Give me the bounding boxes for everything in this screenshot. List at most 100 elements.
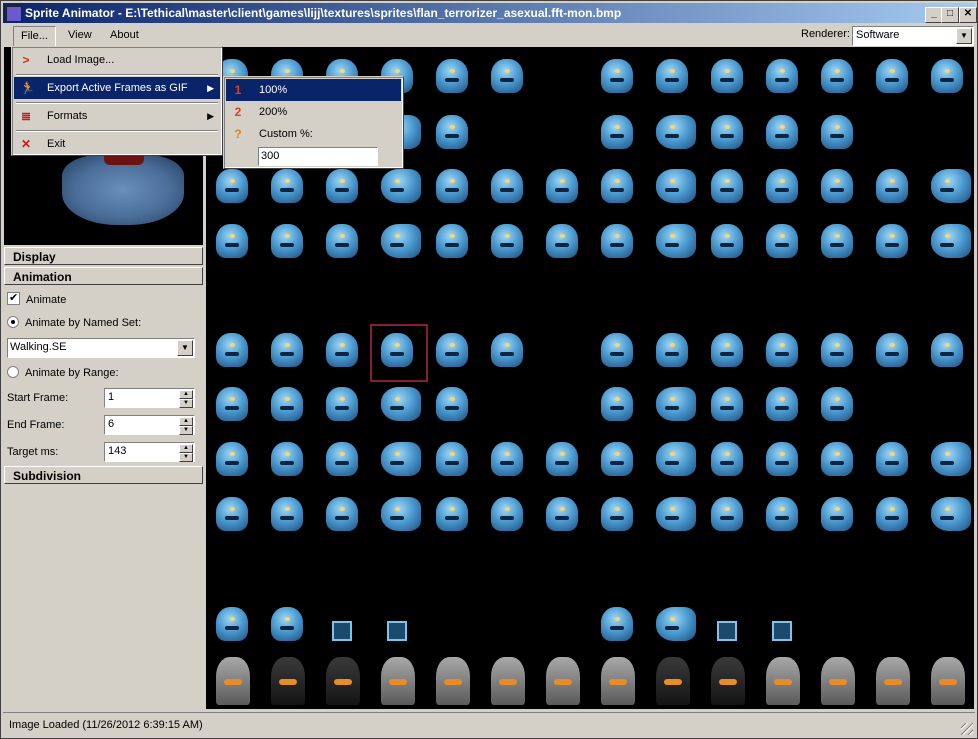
title-bar[interactable]: Sprite Animator - E:\Tethical\master\cli…	[3, 3, 977, 23]
export-submenu: 1 100% 2 200% ? Custom %: 300	[223, 76, 404, 169]
monster-sprite	[766, 387, 798, 421]
settings-panel: Display Animation	[4, 247, 203, 285]
menu-view[interactable]: View	[61, 26, 99, 45]
named-set-radio[interactable]	[7, 316, 19, 328]
monster-sprite	[436, 169, 468, 203]
named-set-select[interactable]: Walking.SE ▼	[7, 338, 195, 358]
animate-checkbox[interactable]: ✔	[7, 292, 20, 305]
question-icon: ?	[234, 127, 242, 141]
menu-item-formats[interactable]: ≣ Formats ▶	[14, 105, 220, 127]
menu-item-100-percent[interactable]: 1 100%	[226, 79, 401, 101]
tile-sprite	[931, 657, 965, 705]
load-icon: >	[22, 53, 30, 67]
monster-sprite	[931, 59, 963, 93]
status-text: Image Loaded (11/26/2012 6:39:15 AM)	[9, 719, 203, 731]
menu-about[interactable]: About	[103, 26, 146, 45]
monster-sprite	[766, 59, 798, 93]
end-frame-field[interactable]: 6 ▲ ▼	[104, 415, 195, 435]
status-bar: Image Loaded (11/26/2012 6:39:15 AM)	[3, 712, 975, 737]
animate-checkbox-row[interactable]: ✔ Animate	[7, 292, 66, 306]
monster-sprite	[381, 169, 421, 203]
menu-item-exit[interactable]: ✕ Exit	[14, 133, 220, 155]
monster-sprite	[711, 115, 743, 149]
menu-item-export-gif[interactable]: 🏃 Export Active Frames as GIF ▶	[14, 77, 220, 99]
monster-sprite	[491, 169, 523, 203]
monster-sprite	[381, 224, 421, 258]
maximize-button[interactable]: □	[941, 7, 959, 23]
monster-sprite	[436, 59, 468, 93]
spinner-arrows-icon[interactable]: ▲ ▼	[179, 417, 193, 435]
monster-sprite	[711, 387, 743, 421]
monster-sprite	[711, 442, 743, 476]
monster-sprite	[656, 607, 696, 641]
monster-sprite	[216, 169, 248, 203]
monster-sprite	[601, 497, 633, 531]
monster-sprite	[601, 115, 633, 149]
monster-sprite	[711, 497, 743, 531]
tile-sprite	[876, 657, 910, 705]
start-frame-field[interactable]: 1 ▲ ▼	[104, 388, 195, 408]
monster-sprite	[271, 169, 303, 203]
close-button[interactable]: ✕	[959, 7, 977, 23]
resize-grip-icon[interactable]	[961, 723, 973, 735]
app-icon	[6, 6, 22, 22]
monster-sprite	[491, 333, 523, 367]
monster-sprite	[216, 497, 248, 531]
monster-sprite	[766, 333, 798, 367]
monster-sprite	[546, 442, 578, 476]
monster-sprite	[821, 497, 853, 531]
cube-sprite	[717, 621, 737, 641]
range-radio-row[interactable]: Animate by Range:	[7, 366, 119, 379]
monster-sprite	[931, 169, 971, 203]
spinner-arrows-icon[interactable]: ▲ ▼	[179, 390, 193, 408]
monster-sprite	[821, 59, 853, 93]
renderer-select[interactable]: Software ▼	[852, 26, 974, 46]
tile-sprite	[766, 657, 800, 705]
start-frame-label: Start Frame:	[7, 392, 69, 404]
menu-separator	[16, 130, 218, 132]
end-frame-label: End Frame:	[7, 419, 65, 431]
selected-frame-highlight	[370, 324, 428, 382]
monster-sprite	[821, 169, 853, 203]
monster-sprite	[931, 333, 963, 367]
monster-sprite	[711, 169, 743, 203]
range-radio[interactable]	[7, 366, 19, 378]
check-icon: ✔	[9, 292, 19, 304]
monster-sprite	[601, 333, 633, 367]
renderer-label: Renderer:	[801, 28, 850, 40]
tile-sprite	[436, 657, 470, 705]
monster-sprite	[821, 387, 853, 421]
menu-item-load-image[interactable]: > Load Image...	[14, 49, 220, 71]
subdivision-header[interactable]: Subdivision	[4, 466, 203, 484]
monster-sprite	[656, 59, 688, 93]
monster-sprite	[656, 497, 696, 531]
monster-sprite	[601, 607, 633, 641]
menu-item-custom-percent[interactable]: ? Custom %:	[226, 123, 401, 145]
display-header[interactable]: Display	[4, 247, 203, 265]
named-set-radio-row[interactable]: Animate by Named Set:	[7, 316, 141, 329]
menu-file[interactable]: File...	[13, 26, 56, 47]
monster-sprite	[766, 442, 798, 476]
cube-sprite	[772, 621, 792, 641]
chevron-down-icon[interactable]: ▼	[956, 28, 972, 44]
monster-sprite	[876, 224, 908, 258]
custom-percent-input[interactable]: 300	[258, 147, 378, 166]
menu-item-200-percent[interactable]: 2 200%	[226, 101, 401, 123]
chevron-down-icon[interactable]: ▼	[177, 340, 193, 356]
monster-sprite	[436, 224, 468, 258]
monster-sprite	[876, 497, 908, 531]
monster-sprite	[491, 224, 523, 258]
monster-sprite	[876, 59, 908, 93]
monster-sprite	[326, 387, 358, 421]
monster-sprite	[326, 224, 358, 258]
formats-icon: ≣	[20, 109, 32, 123]
monster-sprite	[656, 442, 696, 476]
target-ms-field[interactable]: 143 ▲ ▼	[104, 442, 195, 462]
cube-sprite	[387, 621, 407, 641]
spinner-arrows-icon[interactable]: ▲ ▼	[179, 444, 193, 462]
preview-sprite	[62, 155, 184, 225]
scale-2-icon: 2	[234, 105, 242, 119]
animation-header[interactable]: Animation	[4, 267, 203, 285]
monster-sprite	[381, 497, 421, 531]
monster-sprite	[711, 224, 743, 258]
